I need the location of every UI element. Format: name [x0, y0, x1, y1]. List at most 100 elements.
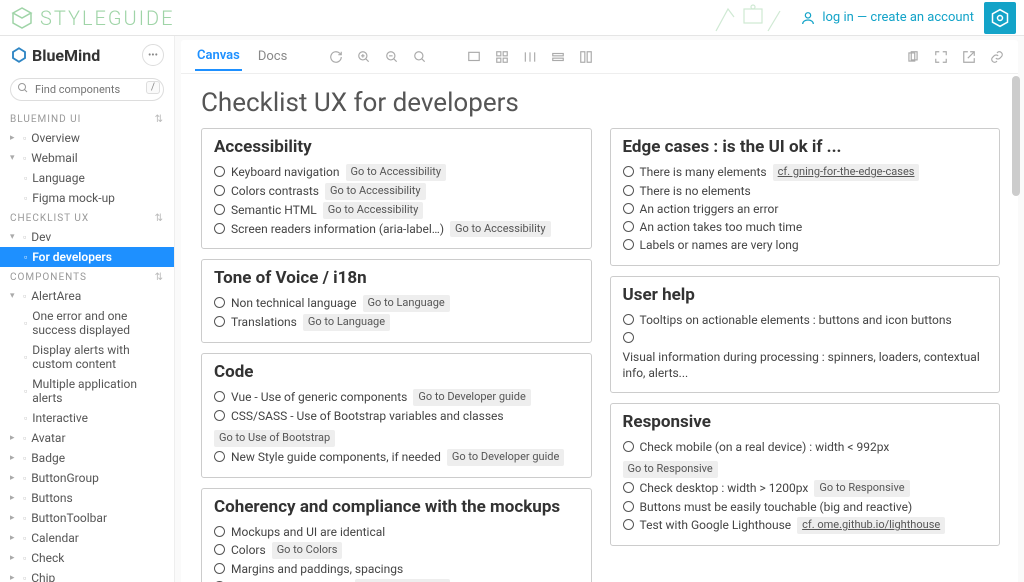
link-icon[interactable] [990, 50, 1004, 64]
checklist-item: Margins and paddings, spacings [214, 560, 579, 578]
sidebar-item-buttongroup[interactable]: ▸▫ButtonGroup [0, 468, 174, 488]
radio-icon[interactable] [623, 239, 634, 250]
card-help: User helpTooltips on actionable elements… [610, 276, 1001, 394]
hexagon-icon[interactable] [984, 2, 1016, 34]
sidebar-item-language[interactable]: ▫Language [0, 168, 174, 188]
tab-docs[interactable]: Docs [256, 49, 289, 70]
radio-icon[interactable] [623, 332, 634, 343]
tab-canvas[interactable]: Canvas [195, 48, 242, 71]
measure-icon[interactable] [523, 50, 537, 64]
radio-icon[interactable] [623, 482, 634, 493]
checklist-text: CSS/SASS - Use of Bootstrap variables an… [231, 408, 504, 424]
sidebar-item-alert-one[interactable]: ▫One error and one success displayed [0, 306, 174, 340]
goto-link[interactable]: Go to Accessibility [450, 221, 551, 238]
sidebar-item-check[interactable]: ▸▫Check [0, 548, 174, 568]
goto-link[interactable]: Go to Use of Bootstrap [214, 430, 335, 447]
goto-link[interactable]: Go to Developer guide [447, 449, 564, 466]
goto-link[interactable]: Go to Accessibility [325, 183, 426, 200]
sidebar-item-buttontoolbar[interactable]: ▸▫ButtonToolbar [0, 508, 174, 528]
more-icon[interactable]: ••• [142, 44, 164, 66]
radio-icon[interactable] [623, 203, 634, 214]
sidebar-item-figma[interactable]: ▫Figma mock-up [0, 188, 174, 208]
viewport-icon[interactable] [467, 50, 481, 64]
sidebar-item-alert-multi[interactable]: ▫Multiple application alerts [0, 374, 174, 408]
goto-link[interactable]: Go to Accessibility [346, 164, 447, 181]
radio-icon[interactable] [214, 297, 225, 308]
radio-icon[interactable] [214, 204, 225, 215]
radio-icon[interactable] [214, 410, 225, 421]
sidebar-item-chip[interactable]: ▸▫Chip [0, 568, 174, 582]
goto-link[interactable]: Go to Language [303, 314, 390, 331]
radio-icon[interactable] [623, 166, 634, 177]
radio-icon[interactable] [214, 223, 225, 234]
radio-icon[interactable] [623, 501, 634, 512]
login-link[interactable]: log in — create an account [800, 10, 974, 26]
collapse-icon: ⇅ [155, 213, 164, 224]
card-coherency: Coherency and compliance with the mockup… [201, 488, 592, 582]
outline-icon[interactable] [551, 50, 565, 64]
ruler-icon[interactable] [579, 50, 593, 64]
goto-link[interactable]: Go to Responsive [814, 480, 909, 497]
card-title: Responsive [623, 412, 988, 432]
radio-icon[interactable] [214, 451, 225, 462]
fullscreen-icon[interactable] [934, 50, 948, 64]
goto-link[interactable]: Go to Language [363, 295, 450, 312]
scrollbar[interactable] [1012, 76, 1022, 578]
sidebar-item-overview[interactable]: ▸▫Overview [0, 128, 174, 148]
checklist-text: Buttons must be easily touchable (big an… [640, 499, 913, 515]
sidebar-item-alert-custom[interactable]: ▫Display alerts with custom content [0, 340, 174, 374]
sidebar-item-avatar[interactable]: ▸▫Avatar [0, 428, 174, 448]
goto-link[interactable]: Go to Developer guide [413, 389, 530, 406]
radio-icon[interactable] [623, 185, 634, 196]
sidebar-item-alertarea[interactable]: ▾▫AlertArea [0, 286, 174, 306]
goto-link[interactable]: Go to Colors [272, 542, 343, 559]
sidebar-item-dev[interactable]: ▾▫Dev [0, 227, 174, 247]
search-input[interactable] [10, 78, 164, 101]
radio-icon[interactable] [214, 166, 225, 177]
section-bluemind-ui[interactable]: BLUEMIND UI⇅ [0, 109, 174, 128]
checklist-item: TranslationsGo to Language [214, 313, 579, 332]
grid-icon[interactable] [495, 50, 509, 64]
checklist-item: There is many elements cf. gning-for-the-… [623, 163, 988, 182]
goto-link[interactable]: cf. ome.github.io/lighthouse [797, 517, 945, 534]
brand-title: STYLEGUIDE [40, 6, 175, 30]
sidebar-item-badge[interactable]: ▸▫Badge [0, 448, 174, 468]
copy-icon[interactable] [906, 50, 920, 64]
checklist-text: Tooltips on actionable elements : button… [640, 312, 952, 328]
zoom-reset-icon[interactable] [413, 50, 427, 64]
sidebar-item-alert-inter[interactable]: ▫Interactive [0, 408, 174, 428]
radio-icon[interactable] [623, 314, 634, 325]
sidebar-item-for-developers[interactable]: ▫For developers [0, 247, 174, 267]
radio-icon[interactable] [214, 526, 225, 537]
goto-link[interactable]: Go to Responsive [623, 461, 718, 478]
refresh-icon[interactable] [329, 50, 343, 64]
zoom-out-icon[interactable] [385, 50, 399, 64]
card-accessibility: AccessibilityKeyboard navigationGo to Ac… [201, 128, 592, 249]
section-checklist-ux[interactable]: CHECKLIST UX⇅ [0, 208, 174, 227]
sidebar-item-buttons[interactable]: ▸▫Buttons [0, 488, 174, 508]
radio-icon[interactable] [214, 316, 225, 327]
sidebar-item-calendar[interactable]: ▸▫Calendar [0, 528, 174, 548]
checklist-text: Colors [231, 542, 266, 558]
checklist-text: An action triggers an error [640, 201, 779, 217]
radio-icon[interactable] [214, 185, 225, 196]
radio-icon[interactable] [214, 391, 225, 402]
radio-icon[interactable] [623, 441, 634, 452]
goto-link[interactable]: cf. gning-for-the-edge-cases [773, 164, 920, 181]
radio-icon[interactable] [623, 221, 634, 232]
radio-icon[interactable] [214, 563, 225, 574]
open-external-icon[interactable] [962, 50, 976, 64]
radio-icon[interactable] [214, 544, 225, 555]
checklist-text: There is many elements [640, 164, 767, 180]
checklist-item: There is no elements [623, 182, 988, 200]
section-components[interactable]: COMPONENTS⇅ [0, 267, 174, 286]
zoom-in-icon[interactable] [357, 50, 371, 64]
checklist-item: Check desktop : width > 1200pxGo to Resp… [623, 479, 988, 498]
sidebar-item-webmail[interactable]: ▾▫Webmail [0, 148, 174, 168]
goto-link[interactable]: Go to Accessibility [323, 202, 424, 219]
page-title: Checklist UX for developers [201, 88, 1000, 118]
radio-icon[interactable] [623, 519, 634, 530]
canvas: Checklist UX for developers Accessibilit… [181, 74, 1018, 582]
checklist-item: An action takes too much time [623, 218, 988, 236]
checklist-item: An action triggers an error [623, 200, 988, 218]
